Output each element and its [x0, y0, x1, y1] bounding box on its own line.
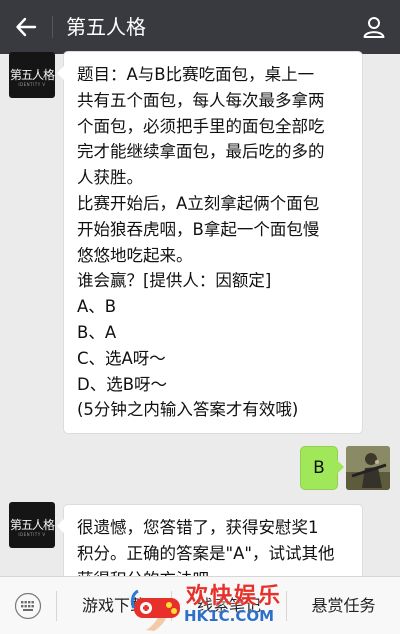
message-line: C、选A呀～	[77, 348, 166, 368]
page-title: 第五人格	[66, 15, 146, 39]
message-line: 谁会赢？[提供人：因额定]	[77, 271, 272, 291]
user-avatar[interactable]	[346, 446, 390, 490]
avatar-logo-text: 第五人格	[9, 518, 55, 532]
message-line: D、选B呀～	[77, 374, 168, 394]
message-line: 积分。正确的答案是"A"，试试其他	[77, 543, 335, 563]
title-divider	[52, 16, 53, 38]
back-button[interactable]	[6, 7, 46, 47]
watermark-title: 欢快娱乐	[186, 584, 283, 609]
message-line: B、A	[77, 322, 117, 342]
message-line: 人获胜。	[77, 168, 143, 188]
keyboard-toggle-button[interactable]	[0, 577, 56, 634]
profile-button[interactable]	[356, 9, 392, 45]
gamepad-hand-icon	[130, 589, 180, 631]
person-icon	[363, 17, 385, 38]
watermark: 欢快娱乐 HK1C.COM	[128, 574, 298, 633]
message-line: 个面包，必须把手里的面包全部吃	[77, 116, 325, 136]
arrow-left-icon	[16, 17, 37, 37]
message-line: 比赛开始后，A立刻拿起俩个面包	[77, 193, 320, 213]
message-line: (5分钟之内输入答案才有效哦)	[77, 400, 299, 420]
message-line: 题目：A与B比赛吃面包，桌上一	[77, 65, 315, 84]
message-line: 很遗憾，您答错了，获得安慰奖1	[77, 518, 319, 537]
soldier-picture	[346, 446, 390, 490]
top-bar: 第五人格	[0, 0, 400, 54]
keyboard-icon	[14, 592, 42, 619]
message-line: 完才能继续拿面包，最后吃的多的	[77, 142, 325, 162]
message-line: 共有五个面包，每人每次最多拿两	[77, 90, 325, 110]
watermark-url: HK1C.COM	[184, 607, 275, 625]
message-bubble-question[interactable]: 题目：A与B比赛吃面包，桌上一 共有五个面包，每人每次最多拿两 个面包，必须把手…	[57, 52, 362, 434]
bot-avatar[interactable]: 第五人格 IDENTITY V	[9, 52, 55, 98]
message-bubble-answer[interactable]: B	[301, 447, 344, 489]
bot-avatar[interactable]: 第五人格 IDENTITY V	[9, 502, 55, 548]
menu-item-bounty-tasks[interactable]: 悬赏任务	[287, 577, 400, 634]
message-line: 开始狼吞虎咽，B拿起一个面包慢	[77, 219, 320, 239]
message-text: B	[313, 458, 325, 478]
message-line: A、B	[77, 297, 117, 317]
message-line: 悠悠地吃起来。	[77, 245, 193, 265]
avatar-logo-subtext: IDENTITY V	[18, 532, 46, 537]
avatar-logo-text: 第五人格	[9, 68, 55, 82]
avatar-logo-subtext: IDENTITY V	[18, 82, 46, 87]
